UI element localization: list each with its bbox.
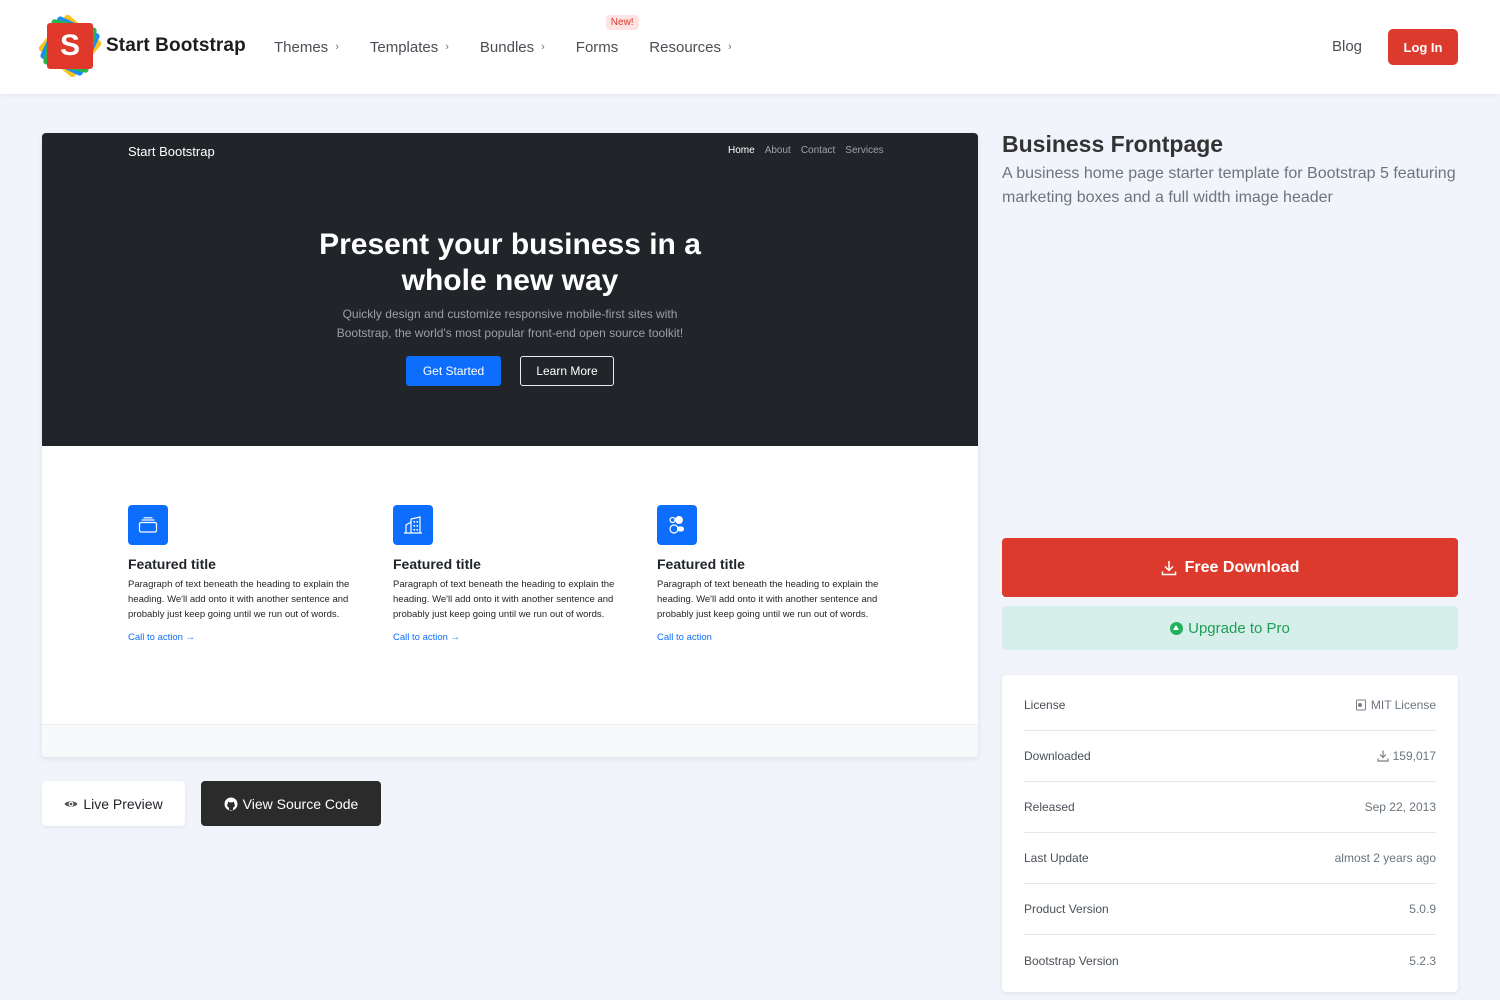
feature-card: Featured title Paragraph of text beneath… bbox=[657, 505, 892, 643]
chevron-right-icon: › bbox=[728, 41, 732, 53]
toggles-icon bbox=[657, 505, 697, 545]
preview-nav: Home About Contact Services bbox=[728, 145, 894, 156]
main-nav: Themes › Templates › Bundles › New! Forms R… bbox=[274, 0, 763, 94]
preview-nav-services: Services bbox=[845, 145, 884, 156]
feature-cta-link: Call to action → bbox=[393, 632, 461, 643]
brand-name: Start Bootstrap bbox=[106, 35, 246, 56]
nav-forms[interactable]: New! Forms bbox=[576, 14, 639, 56]
nav-resources[interactable]: Resources › bbox=[649, 39, 731, 56]
preview-footer bbox=[42, 724, 978, 757]
nav-themes[interactable]: Themes › bbox=[274, 39, 339, 56]
feature-cta-link: Call to action → bbox=[128, 632, 196, 643]
preview-headline: Present your business in a whole new way bbox=[319, 228, 701, 297]
download-icon bbox=[1377, 750, 1389, 762]
template-preview[interactable]: Start Bootstrap Home About Contact Servi… bbox=[42, 133, 978, 757]
product-info-card: License MIT License Downloaded 159,017 R… bbox=[1002, 675, 1458, 992]
chevron-right-icon: › bbox=[335, 41, 339, 53]
start-bootstrap-logo: S bbox=[37, 13, 103, 79]
info-row-last-update: Last Update almost 2 years ago bbox=[1024, 833, 1436, 884]
preview-learn-more-button: Learn More bbox=[520, 356, 614, 386]
nav-bundles[interactable]: Bundles › bbox=[480, 39, 545, 56]
preview-nav-about: About bbox=[764, 145, 791, 156]
chevron-right-icon: › bbox=[445, 41, 449, 53]
info-row-bootstrap-version: Bootstrap Version 5.2.3 bbox=[1024, 953, 1436, 968]
info-row-released: Released Sep 22, 2013 bbox=[1024, 782, 1436, 833]
download-icon bbox=[1161, 560, 1177, 576]
nav-templates[interactable]: Templates › bbox=[370, 39, 449, 56]
view-source-button[interactable]: View Source Code bbox=[201, 781, 381, 826]
site-header: S Start Bootstrap Themes › Templates › Bun… bbox=[0, 0, 1500, 94]
login-button[interactable]: Log In bbox=[1388, 29, 1458, 65]
feature-card: Featured title Paragraph of text beneath… bbox=[393, 505, 628, 643]
live-preview-button[interactable]: Live Preview bbox=[42, 781, 185, 826]
info-row-downloaded: Downloaded 159,017 bbox=[1024, 731, 1436, 782]
info-row-license: License MIT License bbox=[1024, 680, 1436, 731]
upgrade-to-pro-button[interactable]: Upgrade to Pro bbox=[1002, 606, 1458, 650]
brand-link[interactable]: S Start Bootstrap bbox=[37, 13, 246, 79]
preview-nav-contact: Contact bbox=[800, 145, 836, 156]
building-icon bbox=[393, 505, 433, 545]
collection-icon bbox=[128, 505, 168, 545]
product-description: A business home page starter template fo… bbox=[1002, 165, 1456, 206]
new-badge: New! bbox=[605, 14, 639, 30]
free-download-button[interactable]: Free Download bbox=[1002, 538, 1458, 597]
chevron-right-icon: › bbox=[541, 41, 545, 53]
preview-hero: Start Bootstrap Home About Contact Servi… bbox=[42, 133, 978, 446]
feature-card: Featured title Paragraph of text beneath… bbox=[128, 505, 363, 643]
preview-nav-home: Home bbox=[728, 145, 755, 156]
preview-brand: Start Bootstrap bbox=[128, 144, 215, 159]
github-icon bbox=[224, 797, 238, 811]
preview-get-started-button: Get Started bbox=[406, 356, 501, 386]
feature-cta-link: Call to action bbox=[657, 632, 712, 643]
license-icon bbox=[1355, 699, 1367, 711]
arrow-up-circle-icon bbox=[1170, 621, 1184, 635]
product-title: Business Frontpage bbox=[1002, 131, 1224, 157]
preview-features: Featured title Paragraph of text beneath… bbox=[42, 446, 978, 724]
nav-blog[interactable]: Blog bbox=[1332, 38, 1362, 55]
preview-lead: Quickly design and customize responsive … bbox=[336, 307, 684, 340]
info-row-product-version: Product Version 5.0.9 bbox=[1024, 884, 1436, 935]
eye-icon bbox=[64, 799, 78, 809]
